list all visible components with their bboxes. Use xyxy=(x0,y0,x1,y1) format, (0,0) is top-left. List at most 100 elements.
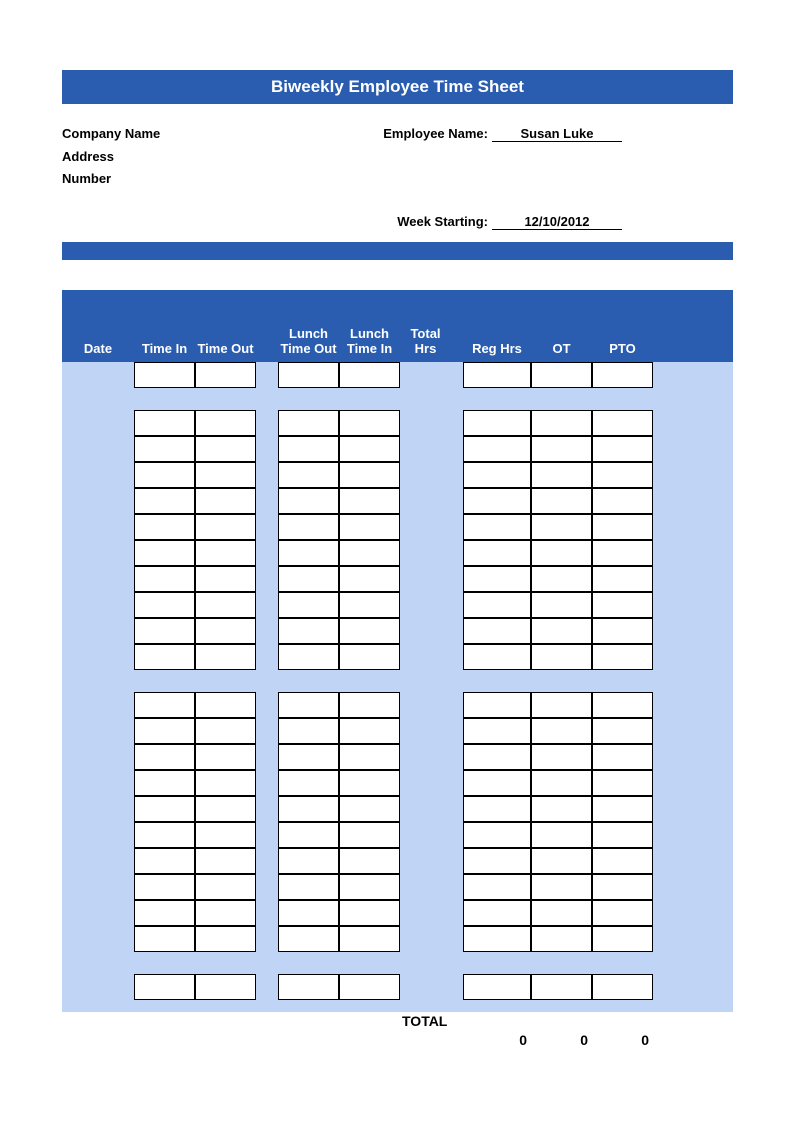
employee-name-value[interactable]: Susan Luke xyxy=(492,126,622,142)
input-cell[interactable] xyxy=(463,744,531,770)
input-cell[interactable] xyxy=(134,618,195,644)
input-cell[interactable] xyxy=(195,410,256,436)
input-cell[interactable] xyxy=(531,926,592,952)
input-cell[interactable] xyxy=(278,848,339,874)
input-cell[interactable] xyxy=(531,592,592,618)
input-cell[interactable] xyxy=(195,566,256,592)
input-cell[interactable] xyxy=(531,718,592,744)
input-cell[interactable] xyxy=(134,744,195,770)
input-cell[interactable] xyxy=(531,436,592,462)
input-cell[interactable] xyxy=(339,644,400,670)
input-cell[interactable] xyxy=(463,692,531,718)
input-cell[interactable] xyxy=(531,488,592,514)
input-cell[interactable] xyxy=(463,540,531,566)
input-cell[interactable] xyxy=(134,362,195,388)
input-cell[interactable] xyxy=(339,974,400,1000)
input-cell[interactable] xyxy=(134,718,195,744)
input-cell[interactable] xyxy=(134,822,195,848)
input-cell[interactable] xyxy=(195,540,256,566)
input-cell[interactable] xyxy=(339,566,400,592)
input-cell[interactable] xyxy=(463,926,531,952)
input-cell[interactable] xyxy=(134,926,195,952)
input-cell[interactable] xyxy=(339,796,400,822)
input-cell[interactable] xyxy=(195,362,256,388)
input-cell[interactable] xyxy=(531,796,592,822)
input-cell[interactable] xyxy=(592,362,653,388)
input-cell[interactable] xyxy=(339,618,400,644)
input-cell[interactable] xyxy=(339,540,400,566)
input-cell[interactable] xyxy=(195,436,256,462)
input-cell[interactable] xyxy=(592,592,653,618)
input-cell[interactable] xyxy=(531,974,592,1000)
input-cell[interactable] xyxy=(531,618,592,644)
input-cell[interactable] xyxy=(463,514,531,540)
input-cell[interactable] xyxy=(134,796,195,822)
input-cell[interactable] xyxy=(134,410,195,436)
input-cell[interactable] xyxy=(463,488,531,514)
input-cell[interactable] xyxy=(134,900,195,926)
input-cell[interactable] xyxy=(339,822,400,848)
input-cell[interactable] xyxy=(195,848,256,874)
input-cell[interactable] xyxy=(592,566,653,592)
input-cell[interactable] xyxy=(531,822,592,848)
input-cell[interactable] xyxy=(531,900,592,926)
input-cell[interactable] xyxy=(463,644,531,670)
input-cell[interactable] xyxy=(531,362,592,388)
input-cell[interactable] xyxy=(463,362,531,388)
input-cell[interactable] xyxy=(339,874,400,900)
input-cell[interactable] xyxy=(531,540,592,566)
input-cell[interactable] xyxy=(339,744,400,770)
input-cell[interactable] xyxy=(278,926,339,952)
input-cell[interactable] xyxy=(195,770,256,796)
input-cell[interactable] xyxy=(592,514,653,540)
input-cell[interactable] xyxy=(339,362,400,388)
input-cell[interactable] xyxy=(339,848,400,874)
input-cell[interactable] xyxy=(195,692,256,718)
input-cell[interactable] xyxy=(463,848,531,874)
input-cell[interactable] xyxy=(134,644,195,670)
input-cell[interactable] xyxy=(463,900,531,926)
input-cell[interactable] xyxy=(592,926,653,952)
input-cell[interactable] xyxy=(339,592,400,618)
input-cell[interactable] xyxy=(592,410,653,436)
input-cell[interactable] xyxy=(134,488,195,514)
input-cell[interactable] xyxy=(592,874,653,900)
input-cell[interactable] xyxy=(134,848,195,874)
input-cell[interactable] xyxy=(278,822,339,848)
input-cell[interactable] xyxy=(339,410,400,436)
input-cell[interactable] xyxy=(278,540,339,566)
input-cell[interactable] xyxy=(339,692,400,718)
input-cell[interactable] xyxy=(339,770,400,796)
input-cell[interactable] xyxy=(278,410,339,436)
input-cell[interactable] xyxy=(592,462,653,488)
input-cell[interactable] xyxy=(592,436,653,462)
input-cell[interactable] xyxy=(278,974,339,1000)
input-cell[interactable] xyxy=(463,770,531,796)
input-cell[interactable] xyxy=(278,900,339,926)
input-cell[interactable] xyxy=(463,566,531,592)
input-cell[interactable] xyxy=(278,436,339,462)
input-cell[interactable] xyxy=(531,848,592,874)
input-cell[interactable] xyxy=(134,540,195,566)
input-cell[interactable] xyxy=(278,618,339,644)
input-cell[interactable] xyxy=(592,618,653,644)
input-cell[interactable] xyxy=(195,644,256,670)
input-cell[interactable] xyxy=(195,488,256,514)
input-cell[interactable] xyxy=(531,644,592,670)
input-cell[interactable] xyxy=(463,618,531,644)
input-cell[interactable] xyxy=(195,462,256,488)
input-cell[interactable] xyxy=(463,822,531,848)
input-cell[interactable] xyxy=(531,744,592,770)
input-cell[interactable] xyxy=(278,770,339,796)
input-cell[interactable] xyxy=(134,592,195,618)
input-cell[interactable] xyxy=(278,644,339,670)
input-cell[interactable] xyxy=(134,874,195,900)
input-cell[interactable] xyxy=(195,514,256,540)
input-cell[interactable] xyxy=(592,796,653,822)
input-cell[interactable] xyxy=(339,718,400,744)
input-cell[interactable] xyxy=(592,488,653,514)
input-cell[interactable] xyxy=(531,874,592,900)
input-cell[interactable] xyxy=(339,514,400,540)
input-cell[interactable] xyxy=(463,436,531,462)
input-cell[interactable] xyxy=(134,462,195,488)
